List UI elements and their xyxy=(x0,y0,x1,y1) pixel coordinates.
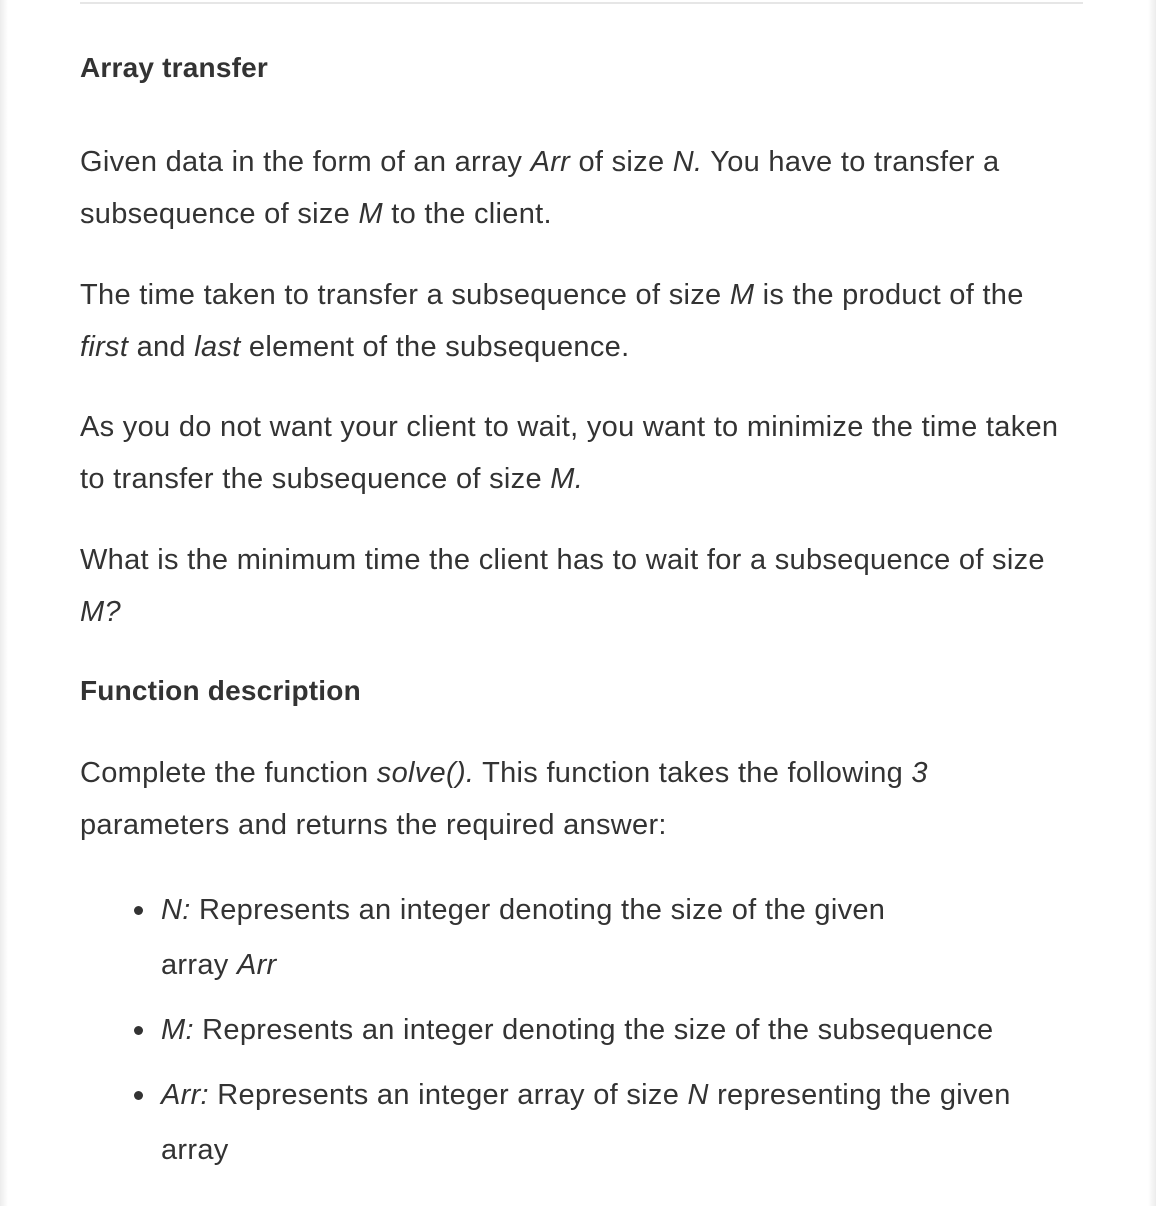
text-span: element of the subsequence. xyxy=(240,330,630,363)
text-span: The time taken to transfer a subsequence… xyxy=(80,279,730,311)
text-span: to the client. xyxy=(382,197,552,230)
parameter-list: N: Represents an integer denoting the si… xyxy=(80,883,1083,1188)
param-emphasis: N xyxy=(687,1079,709,1111)
param-name: Arr: xyxy=(161,1079,209,1111)
text-span: parameters and returns the required answ… xyxy=(80,808,667,841)
var-n: N. xyxy=(672,146,703,178)
text-span: What is the minimum time the client has … xyxy=(80,544,1045,576)
param-name: N: xyxy=(161,894,191,926)
text-span: Given data in the form of an array xyxy=(80,146,531,178)
description-paragraph-4: What is the minimum time the client has … xyxy=(80,535,1080,638)
param-count: 3 xyxy=(911,757,928,789)
param-description: Represents an integer array of size xyxy=(208,1079,688,1111)
description-paragraph-2: The time taken to transfer a subsequence… xyxy=(80,270,1080,373)
text-span: of size xyxy=(570,146,673,178)
text-span: This function takes the following xyxy=(474,757,912,789)
var-m: M? xyxy=(80,595,121,628)
problem-title: Array transfer xyxy=(80,52,268,83)
bullet-icon xyxy=(134,906,143,915)
list-item: N: Represents an integer denoting the si… xyxy=(80,883,961,993)
var-m: M xyxy=(358,197,383,230)
list-item: M: Represents an integer denoting the si… xyxy=(80,1003,1083,1058)
emphasis-last: last xyxy=(194,330,241,363)
right-page-edge xyxy=(1148,0,1156,1206)
emphasis-first: first xyxy=(80,330,129,363)
description-paragraph-3: As you do not want your client to wait, … xyxy=(80,402,1080,505)
text-span: and xyxy=(128,330,195,363)
param-name: M: xyxy=(161,1014,194,1046)
function-description-heading: Function description xyxy=(80,675,361,706)
text-span: is the product of the xyxy=(754,279,1024,311)
left-page-edge xyxy=(0,0,8,1206)
function-intro-paragraph: Complete the function solve(). This func… xyxy=(80,748,1080,851)
var-m: M. xyxy=(550,462,584,495)
bullet-icon xyxy=(134,1026,143,1035)
param-emphasis: Arr xyxy=(236,949,277,981)
var-arr: Arr xyxy=(530,146,571,178)
top-divider xyxy=(80,2,1083,4)
description-paragraph-1: Given data in the form of an array Arr o… xyxy=(80,137,1080,240)
param-description: Represents an integer denoting the size … xyxy=(193,1014,994,1046)
var-m: M xyxy=(729,279,755,311)
text-span: Complete the function xyxy=(80,757,377,789)
function-name: solve(). xyxy=(376,757,475,789)
bullet-icon xyxy=(134,1091,143,1100)
list-item: Arr: Represents an integer array of size… xyxy=(80,1068,1083,1178)
